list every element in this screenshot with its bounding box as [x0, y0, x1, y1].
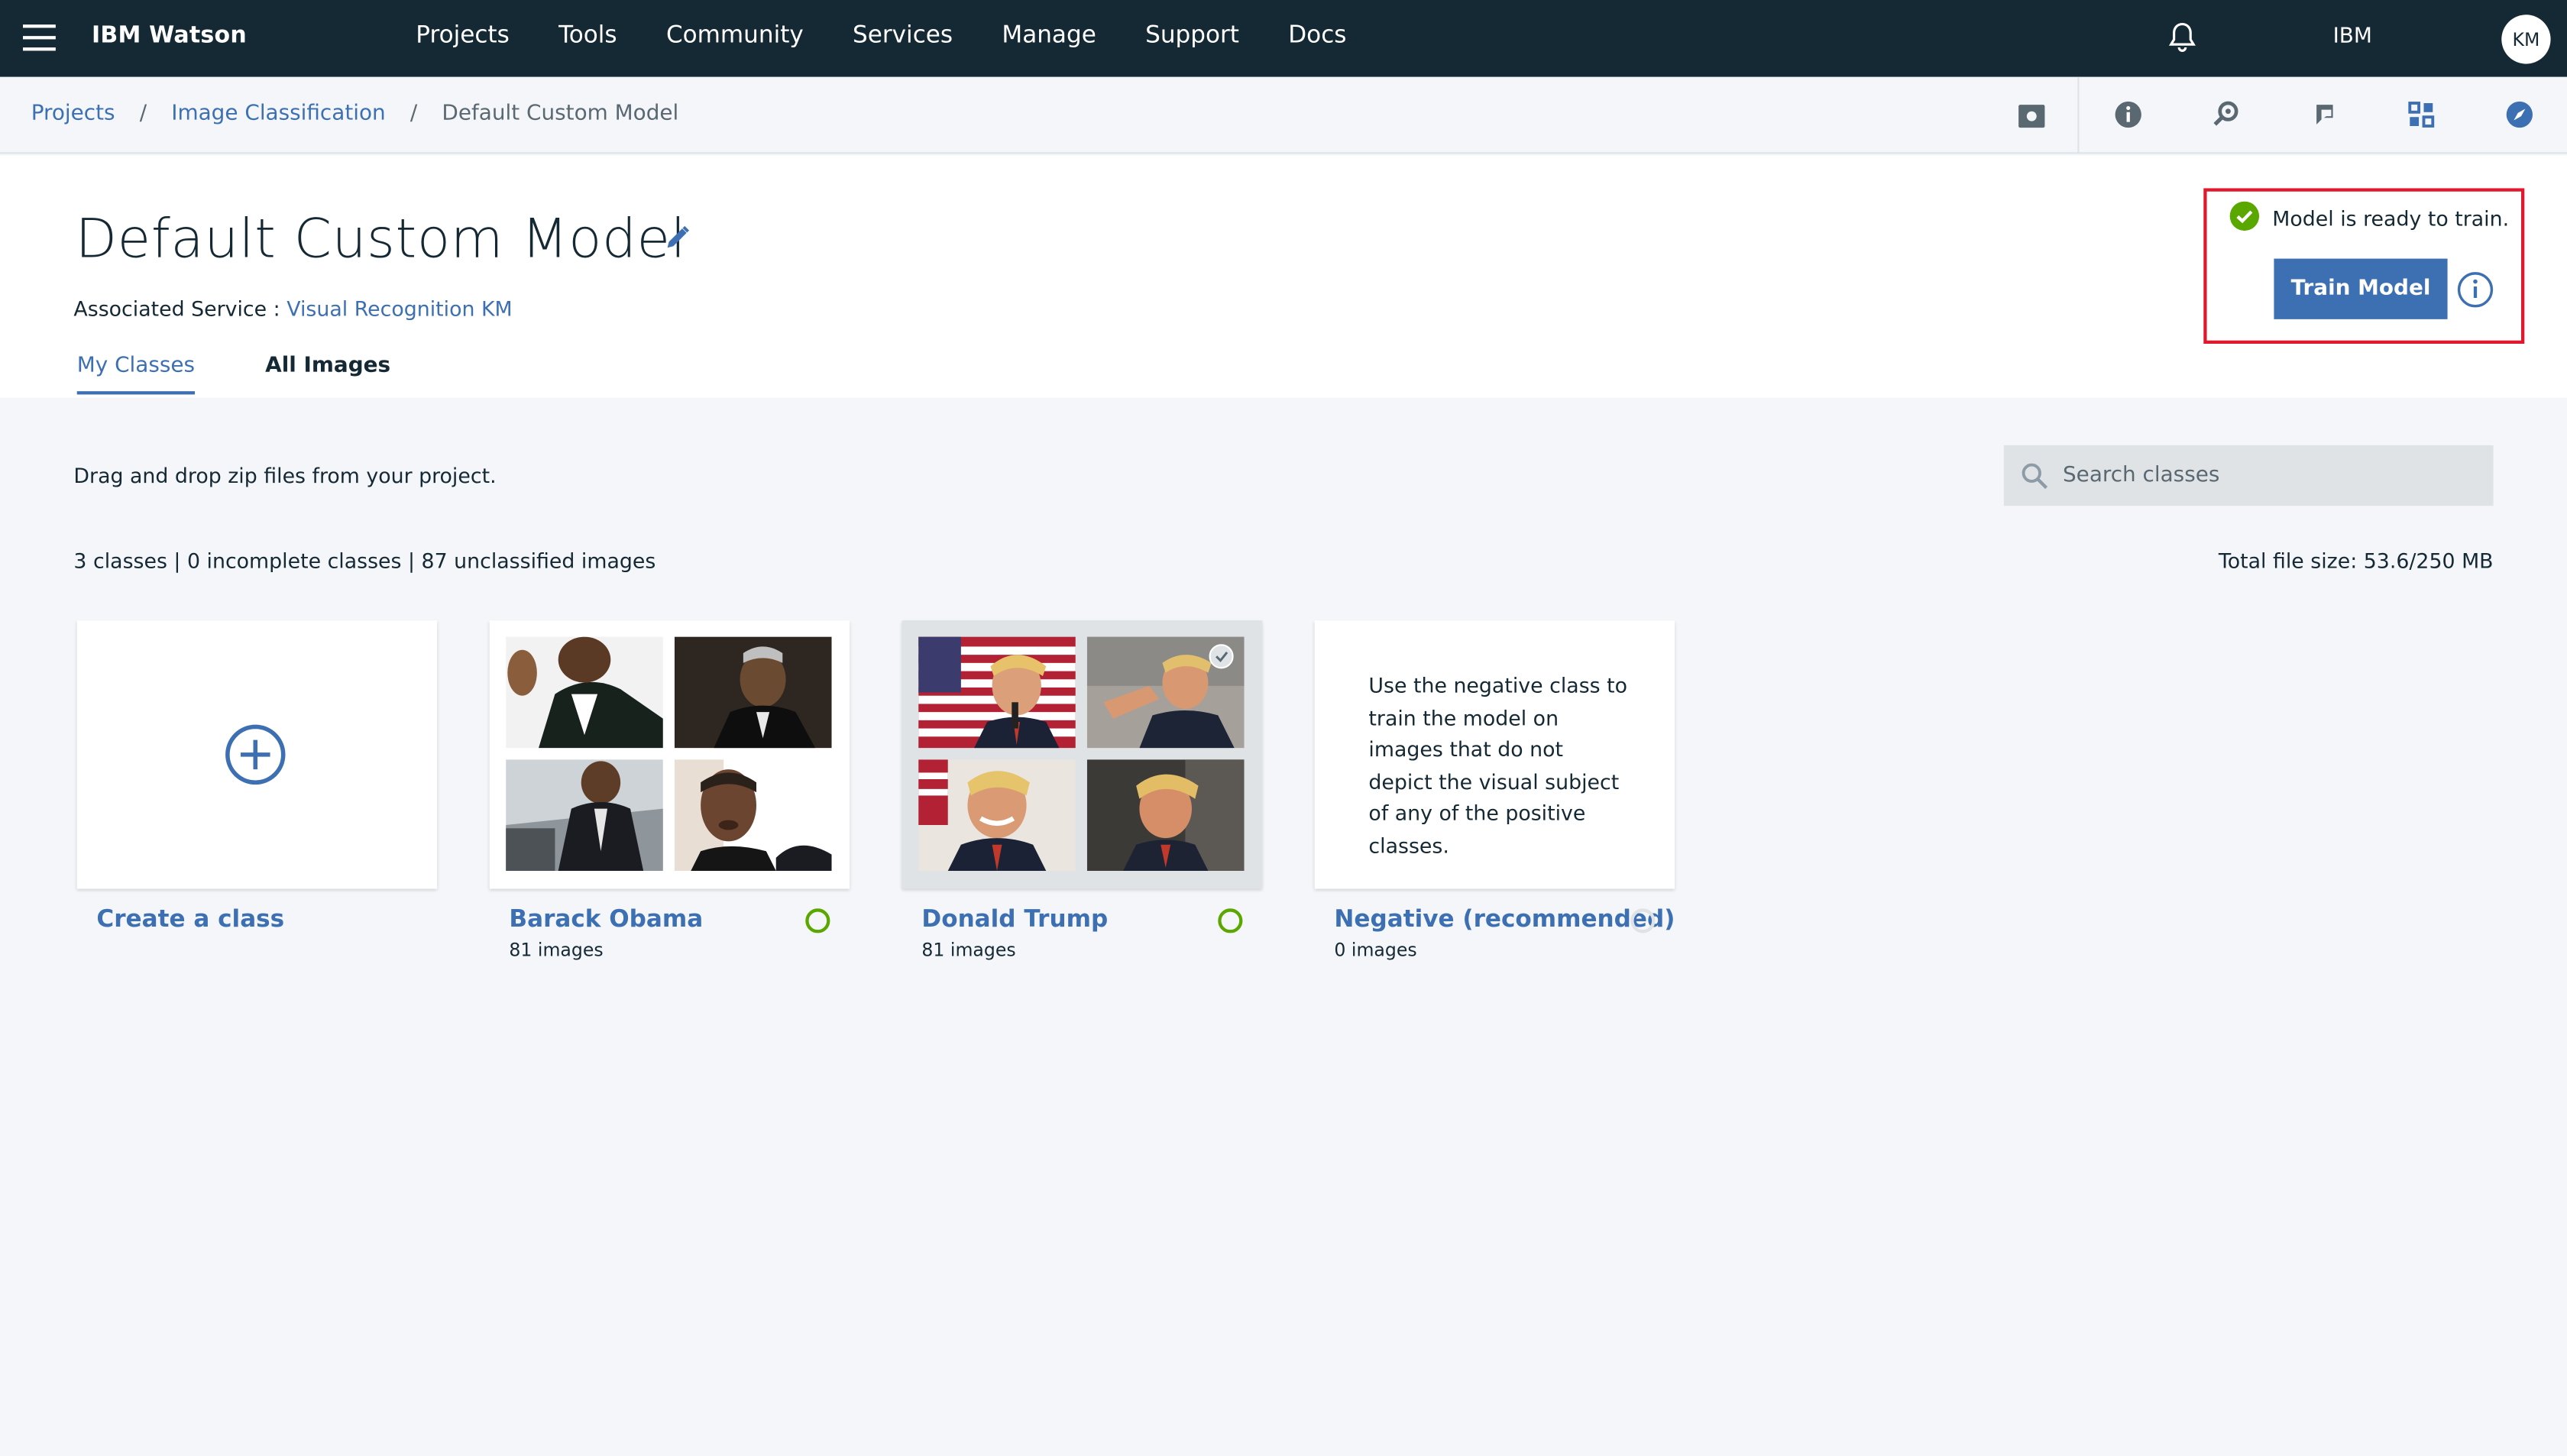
nav-tools[interactable]: Tools [558, 23, 617, 49]
class-thumbnail [918, 759, 1076, 871]
class-thumbnail [1086, 759, 1245, 871]
grid-icon[interactable] [2405, 99, 2438, 131]
tab-all-images[interactable]: All Images [265, 354, 390, 391]
search-icon [2022, 463, 2048, 490]
model-header: Default Custom Model Associated Service … [0, 155, 2567, 398]
train-status-highlight: Model is ready to train. Train Model [2203, 188, 2525, 344]
train-status-text: Model is ready to train. [2272, 206, 2510, 231]
add-plus-icon[interactable] [225, 723, 286, 785]
toolbar-divider [2077, 76, 2080, 154]
associated-service: Associated Service : Visual Recognition … [73, 296, 512, 321]
nav-community[interactable]: Community [666, 23, 804, 49]
train-model-button[interactable]: Train Model [2274, 258, 2448, 319]
edit-pencil-icon[interactable] [663, 222, 693, 252]
class-thumbnail [674, 759, 832, 871]
nav-projects[interactable]: Projects [416, 23, 510, 49]
community-icon[interactable] [2308, 99, 2341, 131]
compass-icon[interactable] [2503, 99, 2536, 131]
class-count-negative: 0 images [1334, 940, 1417, 961]
class-count-barack-obama: 81 images [509, 940, 604, 961]
class-stats: 3 classes | 0 incomplete classes | 87 un… [73, 548, 656, 573]
class-name-donald-trump[interactable]: Donald Trump [921, 907, 1108, 933]
class-thumbnail [506, 759, 663, 871]
train-info-icon[interactable] [2455, 270, 2494, 309]
breadcrumb-projects[interactable]: Projects [31, 102, 115, 126]
search-input[interactable] [2063, 445, 2481, 506]
class-name-barack-obama[interactable]: Barack Obama [509, 907, 703, 933]
class-thumbnail [506, 636, 663, 749]
tab-my-classes[interactable]: My Classes [76, 354, 196, 395]
class-thumbnail [1086, 636, 1245, 749]
nav-services[interactable]: Services [853, 23, 953, 49]
breadcrumb-separator: / [139, 101, 147, 126]
class-status-ring [1218, 908, 1243, 933]
hamburger-menu-icon[interactable] [23, 24, 56, 51]
class-status-ring [1630, 908, 1656, 933]
user-avatar[interactable]: KM [2501, 15, 2551, 64]
associated-service-label: Associated Service : [73, 296, 280, 321]
create-class-card[interactable] [76, 620, 438, 889]
ready-check-icon [2229, 201, 2260, 231]
main-nav: Projects Tools Community Services Manage… [416, 23, 1396, 49]
org-switcher[interactable]: IBM [2333, 24, 2372, 49]
breadcrumb-separator: / [409, 101, 418, 126]
class-thumbnail [918, 636, 1076, 749]
class-status-ring [805, 908, 830, 933]
breadcrumb: Projects / Image Classification / Defaul… [31, 102, 679, 126]
create-class-label[interactable]: Create a class [96, 907, 284, 933]
drag-drop-hint: Drag and drop zip files from your projec… [73, 463, 497, 488]
tools-icon[interactable] [2210, 99, 2243, 131]
class-card-barack-obama[interactable] [489, 620, 850, 889]
negative-class-description: Use the negative class to train the mode… [1368, 672, 1628, 857]
nav-support[interactable]: Support [1145, 23, 1239, 49]
top-nav-bar: IBM Watson Projects Tools Community Serv… [0, 0, 2567, 77]
class-card-negative[interactable]: Use the negative class to train the mode… [1314, 620, 1675, 889]
info-icon[interactable] [2112, 99, 2145, 131]
search-classes [2003, 445, 2494, 506]
screen-icon[interactable] [2015, 100, 2048, 133]
page-title: Default Custom Model [75, 206, 686, 270]
total-file-size: Total file size: 53.6/250 MB [2218, 548, 2494, 573]
associated-service-link[interactable]: Visual Recognition KM [286, 296, 512, 321]
class-thumbnail [674, 636, 832, 749]
breadcrumb-current: Default Custom Model [442, 101, 679, 126]
brand-title[interactable]: IBM Watson [92, 23, 247, 49]
class-count-donald-trump: 81 images [921, 940, 1016, 961]
class-name-negative[interactable]: Negative (recommended) [1334, 907, 1675, 933]
nav-manage[interactable]: Manage [1002, 23, 1096, 49]
class-card-donald-trump[interactable] [902, 620, 1263, 889]
breadcrumb-image-classification[interactable]: Image Classification [171, 102, 385, 126]
nav-docs[interactable]: Docs [1288, 23, 1346, 49]
notification-bell-icon[interactable] [2164, 20, 2200, 56]
